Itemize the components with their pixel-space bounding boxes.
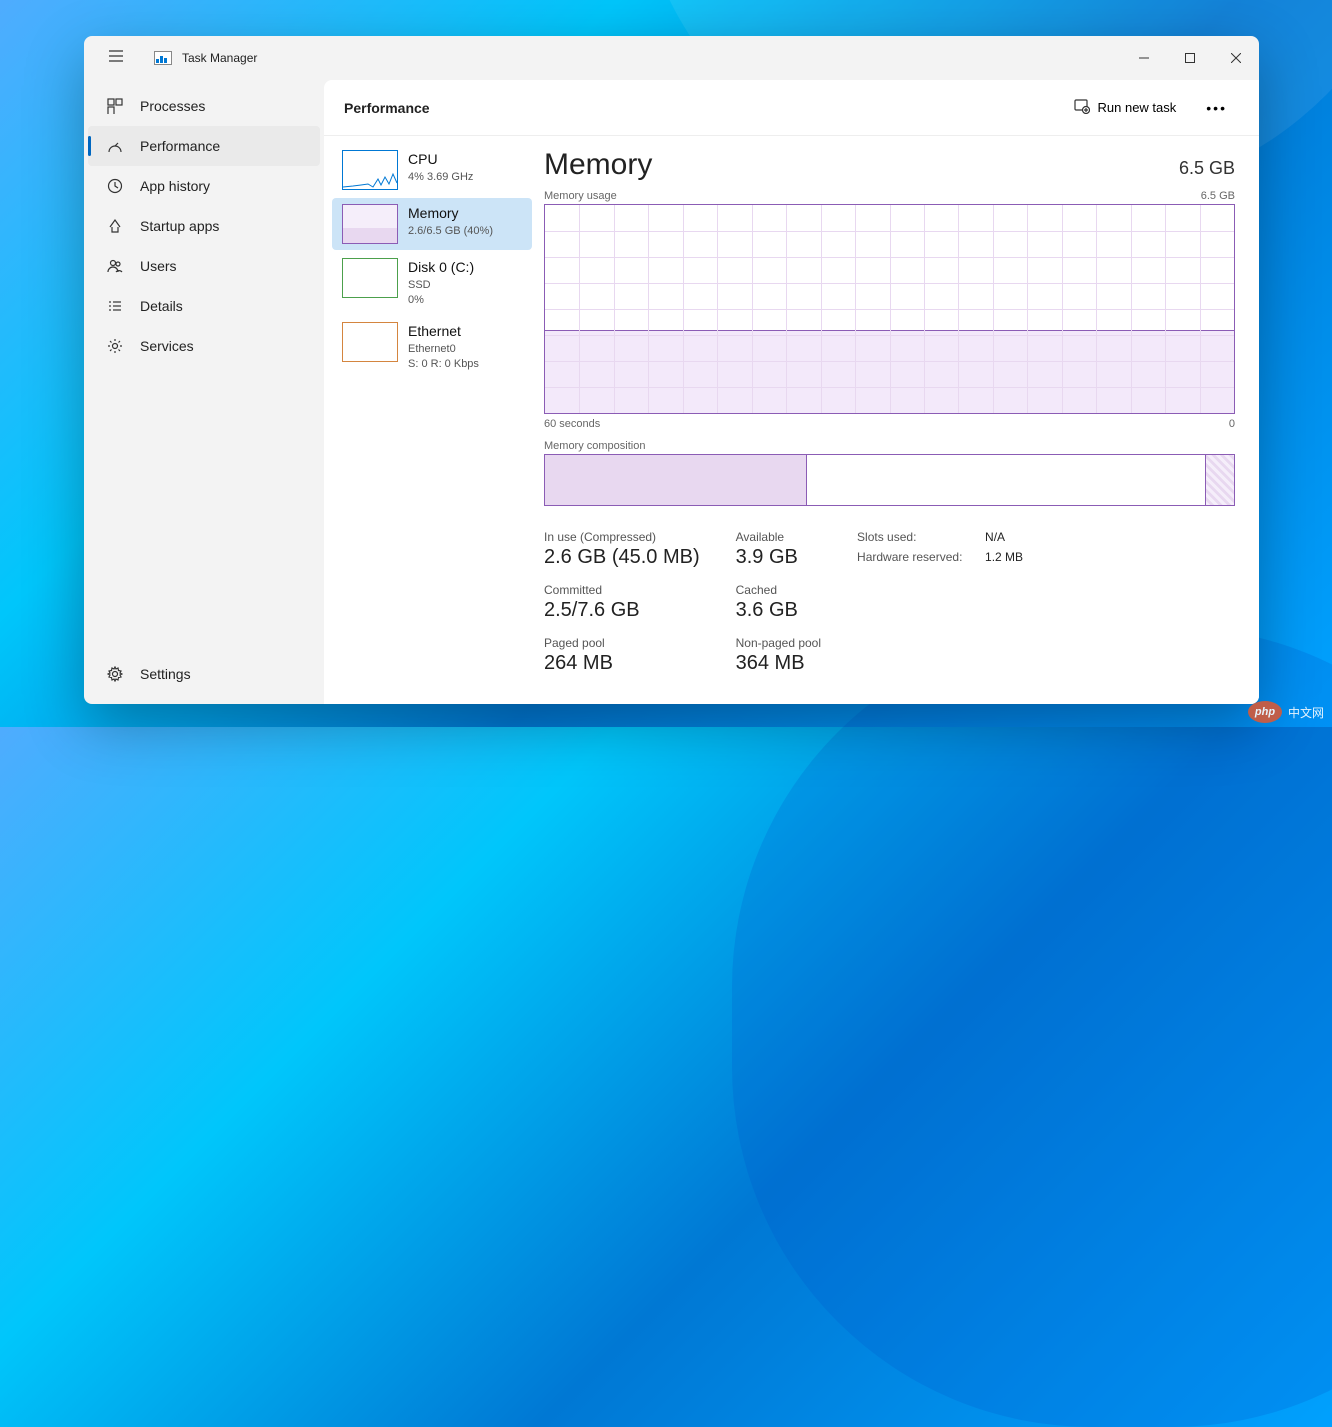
- minimize-button[interactable]: [1121, 36, 1167, 80]
- cached-value: 3.6 GB: [736, 599, 821, 622]
- detail-panel: Memory 6.5 GB Memory usage 6.5 GB 60 sec…: [536, 136, 1259, 704]
- hw-reserved-label: Hardware reserved:: [857, 550, 967, 564]
- mini-memory-title: Memory: [408, 204, 493, 224]
- comp-hw-segment: [1206, 455, 1234, 505]
- memory-stats: In use (Compressed) 2.6 GB (45.0 MB) Com…: [544, 530, 1235, 675]
- performance-icon: [106, 138, 124, 154]
- hamburger-menu-button[interactable]: [102, 42, 130, 75]
- run-new-task-button[interactable]: Run new task: [1064, 92, 1187, 123]
- nav-users[interactable]: Users: [88, 246, 320, 286]
- mini-ethernet[interactable]: Ethernet Ethernet0 S: 0 R: 0 Kbps: [332, 316, 532, 378]
- mini-cpu-sub: 4% 3.69 GHz: [408, 170, 473, 185]
- in-use-value: 2.6 GB (45.0 MB): [544, 546, 700, 569]
- users-icon: [106, 258, 124, 274]
- app-icon: [154, 51, 172, 65]
- committed-label: Committed: [544, 583, 700, 597]
- nav-settings[interactable]: Settings: [88, 654, 320, 694]
- more-options-button[interactable]: •••: [1194, 92, 1239, 124]
- app-title: Task Manager: [182, 51, 257, 65]
- slots-value: N/A: [985, 530, 1005, 544]
- watermark-text: 中文网: [1288, 704, 1324, 721]
- mini-cpu-title: CPU: [408, 150, 473, 170]
- mini-memory-graph: [342, 204, 398, 244]
- services-icon: [106, 338, 124, 354]
- details-icon: [106, 298, 124, 314]
- nav-label: Settings: [140, 666, 191, 682]
- gear-icon: [106, 666, 124, 682]
- close-button[interactable]: [1213, 36, 1259, 80]
- nav-label: Performance: [140, 138, 220, 154]
- mini-panel: CPU 4% 3.69 GHz Memory 2.6/6.5 GB (40%): [324, 136, 536, 704]
- nav-label: Users: [140, 258, 177, 274]
- nav-startup-apps[interactable]: Startup apps: [88, 206, 320, 246]
- mini-eth-graph: [342, 322, 398, 362]
- content-panel: Performance Run new task •••: [324, 80, 1259, 704]
- mini-memory[interactable]: Memory 2.6/6.5 GB (40%): [332, 198, 532, 250]
- nav-app-history[interactable]: App history: [88, 166, 320, 206]
- nav-label: Services: [140, 338, 194, 354]
- content-header: Performance Run new task •••: [324, 80, 1259, 136]
- mini-eth-sub2: S: 0 R: 0 Kbps: [408, 357, 479, 372]
- paged-value: 264 MB: [544, 652, 700, 675]
- available-label: Available: [736, 530, 821, 544]
- sidebar: Processes Performance App history Startu…: [84, 80, 324, 704]
- x-axis-end: 0: [1229, 418, 1235, 430]
- total-memory: 6.5 GB: [1179, 158, 1235, 179]
- nonpaged-value: 364 MB: [736, 652, 821, 675]
- php-badge: php: [1248, 701, 1282, 723]
- mini-disk[interactable]: Disk 0 (C:) SSD 0%: [332, 252, 532, 314]
- mini-disk-sub1: SSD: [408, 278, 474, 293]
- nav-performance[interactable]: Performance: [88, 126, 320, 166]
- mini-disk-title: Disk 0 (C:): [408, 258, 474, 278]
- nav-label: Processes: [140, 98, 205, 114]
- history-icon: [106, 178, 124, 194]
- x-axis-start: 60 seconds: [544, 418, 600, 430]
- task-manager-window: Task Manager Processes Performance App h…: [84, 36, 1259, 704]
- run-task-icon: [1074, 98, 1090, 117]
- startup-icon: [106, 218, 124, 234]
- maximize-button[interactable]: [1167, 36, 1213, 80]
- mini-disk-sub2: 0%: [408, 293, 474, 308]
- memory-composition-bar[interactable]: [544, 454, 1235, 506]
- mini-eth-title: Ethernet: [408, 322, 479, 342]
- mini-eth-sub1: Ethernet0: [408, 342, 479, 357]
- titlebar: Task Manager: [84, 36, 1259, 80]
- nav-processes[interactable]: Processes: [88, 86, 320, 126]
- watermark: php 中文网: [1248, 701, 1324, 723]
- nav-services[interactable]: Services: [88, 326, 320, 366]
- mini-cpu[interactable]: CPU 4% 3.69 GHz: [332, 144, 532, 196]
- mini-memory-sub: 2.6/6.5 GB (40%): [408, 224, 493, 239]
- comp-used-segment: [545, 455, 807, 505]
- slots-label: Slots used:: [857, 530, 967, 544]
- in-use-label: In use (Compressed): [544, 530, 700, 544]
- mini-disk-graph: [342, 258, 398, 298]
- composition-label: Memory composition: [544, 440, 1235, 452]
- nav-details[interactable]: Details: [88, 286, 320, 326]
- detail-title: Memory: [544, 148, 652, 182]
- nonpaged-label: Non-paged pool: [736, 636, 821, 650]
- usage-graph-label: Memory usage: [544, 190, 617, 202]
- grid-icon: [106, 98, 124, 114]
- nav-label: App history: [140, 178, 210, 194]
- nav-label: Startup apps: [140, 218, 219, 234]
- paged-label: Paged pool: [544, 636, 700, 650]
- mini-cpu-graph: [342, 150, 398, 190]
- committed-value: 2.5/7.6 GB: [544, 599, 700, 622]
- available-value: 3.9 GB: [736, 546, 821, 569]
- cached-label: Cached: [736, 583, 821, 597]
- memory-usage-graph[interactable]: [544, 204, 1235, 414]
- page-title: Performance: [344, 100, 430, 116]
- comp-available-segment: [807, 455, 1207, 505]
- hw-reserved-value: 1.2 MB: [985, 550, 1023, 564]
- usage-graph-max: 6.5 GB: [1201, 190, 1235, 202]
- run-task-label: Run new task: [1098, 100, 1177, 115]
- nav-label: Details: [140, 298, 183, 314]
